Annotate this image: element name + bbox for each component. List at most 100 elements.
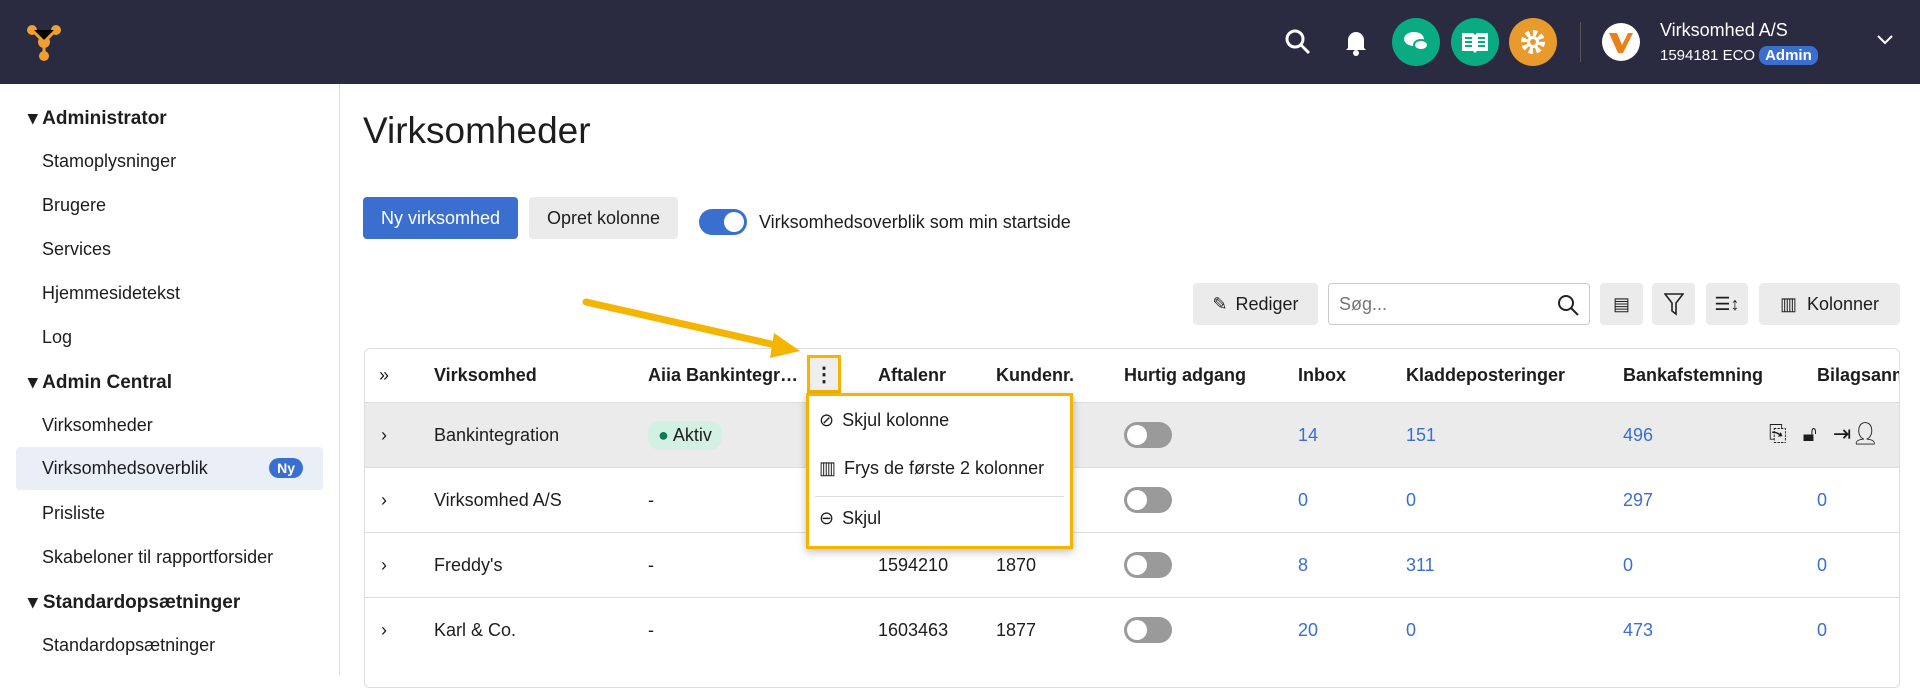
header-virksomhed[interactable]: Virksomhed	[434, 365, 537, 386]
minus-circle-icon: ⊖	[819, 508, 835, 528]
kundenr: 1877	[996, 620, 1037, 640]
bell-icon[interactable]	[1344, 28, 1368, 56]
company-name: Virksomhed A/S	[1660, 20, 1788, 40]
new-badge: Ny	[269, 458, 303, 478]
sidebar-item-standardopsaetninger[interactable]: Standardopsætninger	[42, 635, 215, 656]
create-column-button[interactable]: Opret kolonne	[529, 197, 678, 239]
header-kundenr[interactable]: Kundenr.	[996, 365, 1074, 386]
table-row[interactable]: › Karl & Co. - 1603463 1877 20 0 473 0	[365, 597, 1899, 662]
bilag-link[interactable]: 0	[1817, 555, 1827, 576]
book-icon[interactable]	[1451, 18, 1499, 66]
header-hurtig-adgang[interactable]: Hurtig adgang	[1124, 365, 1246, 386]
expand-row-icon[interactable]: ›	[381, 425, 387, 446]
menu-item-hide[interactable]: ⊖ Skjul	[819, 508, 881, 529]
bank-link[interactable]: 0	[1623, 555, 1633, 576]
sidebar-item-log[interactable]: Log	[42, 327, 72, 348]
inbox-link[interactable]: 14	[1298, 425, 1318, 446]
sidebar-group-standardopsaetninger[interactable]: ▾ Standardopsætninger	[28, 591, 240, 614]
header-inbox[interactable]: Inbox	[1298, 365, 1346, 386]
menu-item-freeze-columns[interactable]: ▥ Frys de første 2 kolonner	[819, 458, 1044, 479]
edit-button[interactable]: ✎ Rediger	[1193, 283, 1318, 325]
aiia-status: -	[648, 490, 654, 510]
sidebar-item-skabeloner[interactable]: Skabeloner til rapportforsider	[42, 547, 273, 568]
menu-item-hide-column[interactable]: ⊘ Skjul kolonne	[819, 410, 949, 431]
search-icon	[1558, 295, 1579, 316]
page-title: Virksomheder	[363, 110, 591, 151]
chat-icon[interactable]	[1392, 18, 1440, 66]
expand-row-icon[interactable]: ›	[381, 490, 387, 511]
sidebar-item-stamoplysninger[interactable]: Stamoplysninger	[42, 151, 176, 172]
sidebar-group-admin-central[interactable]: ▾ Admin Central	[28, 371, 172, 394]
chevron-down-icon[interactable]	[1876, 34, 1894, 46]
inbox-link[interactable]: 0	[1298, 490, 1308, 511]
pencil-icon: ✎	[1212, 293, 1228, 314]
settings-icon[interactable]	[1509, 18, 1557, 66]
top-bar: Virksomhed A/S 1594181 ECO Admin	[0, 0, 1920, 84]
expand-all-icon[interactable]: »	[379, 365, 389, 386]
company-name: Virksomhed A/S	[434, 490, 562, 510]
divider	[1580, 22, 1581, 62]
startpage-toggle[interactable]	[699, 209, 747, 235]
company-avatar	[1602, 23, 1640, 61]
sidebar-item-hjemmesidetekst[interactable]: Hjemmesidetekst	[42, 283, 180, 304]
column-context-menu: ⊘ Skjul kolonne ▥ Frys de første 2 kolonne…	[806, 393, 1073, 549]
company-name: Bankintegration	[434, 425, 560, 445]
freeze-columns-icon: ▥	[819, 458, 837, 478]
bilag-link[interactable]: 0	[1817, 490, 1827, 511]
inbox-link[interactable]: 20	[1298, 620, 1318, 641]
table-row[interactable]: › Virksomhed A/S - 0 0 297 0	[365, 467, 1899, 532]
kladde-link[interactable]: 311	[1406, 555, 1435, 576]
sidebar-item-label: Virksomhedsoverblik	[42, 458, 208, 478]
sidebar-item-virksomhedsoverblik[interactable]: Virksomhedsoverblik Ny	[16, 447, 323, 490]
inbox-link[interactable]: 8	[1298, 555, 1308, 576]
filter-icon[interactable]	[1652, 283, 1695, 325]
company-name: Karl & Co.	[434, 620, 517, 640]
status-badge: ● Aktiv	[648, 421, 722, 450]
header-kladdeposteringer[interactable]: Kladdeposteringer	[1406, 365, 1565, 386]
kladde-link[interactable]: 0	[1406, 490, 1416, 511]
bilag-link[interactable]: 0	[1817, 620, 1827, 641]
company-name: Freddy's	[434, 555, 503, 575]
eye-slash-icon: ⊘	[819, 410, 835, 430]
role-badge: Admin	[1759, 46, 1818, 65]
sidebar-item-services[interactable]: Services	[42, 239, 111, 260]
unlock-icon[interactable]: 🔓︎	[1803, 421, 1817, 447]
table-row[interactable]: › Bankintegration ● Aktiv 14 151 496 ⎘ 🔓︎…	[365, 402, 1899, 467]
quick-access-toggle[interactable]	[1124, 552, 1172, 578]
expand-row-icon[interactable]: ›	[381, 555, 387, 576]
companies-table: » Virksomhed Aiia Bankintegr… ⋮ Aftalenr…	[364, 348, 1900, 688]
table-row[interactable]: › Freddy's - 1594210 1870 8 311 0 0	[365, 532, 1899, 597]
sort-icon[interactable]: ☰↕	[1706, 283, 1748, 325]
search-icon[interactable]	[1284, 28, 1312, 56]
sidebar-item-brugere[interactable]: Brugere	[42, 195, 106, 216]
search-input[interactable]	[1339, 294, 1539, 315]
search-field[interactable]	[1328, 283, 1590, 325]
header-bankafstemning[interactable]: Bankafstemning	[1623, 365, 1763, 386]
sidebar: ▾ Administrator Stamoplysninger Brugere …	[0, 84, 340, 675]
user-login-icon[interactable]: ⇥👤︎	[1833, 421, 1879, 447]
bank-link[interactable]: 496	[1623, 425, 1653, 446]
header-bilagsanm[interactable]: Bilagsanm	[1817, 365, 1899, 386]
sidebar-item-prisliste[interactable]: Prisliste	[42, 503, 105, 524]
quick-access-toggle[interactable]	[1124, 487, 1172, 513]
sidebar-group-administrator[interactable]: ▾ Administrator	[28, 107, 167, 130]
export-icon[interactable]: ▤	[1600, 283, 1643, 325]
header-aftalenr[interactable]: Aftalenr	[878, 365, 946, 386]
header-aiia[interactable]: Aiia Bankintegr…	[648, 365, 798, 386]
new-company-button[interactable]: Ny virksomhed	[363, 197, 518, 239]
column-menu-kebab-icon[interactable]: ⋮	[807, 355, 841, 393]
columns-button[interactable]: ▥ Kolonner	[1759, 283, 1900, 325]
startpage-toggle-label: Virksomhedsoverblik som min startside	[759, 212, 1071, 232]
quick-access-toggle[interactable]	[1124, 617, 1172, 643]
aftalenr: 1603463	[878, 620, 949, 640]
kladde-link[interactable]: 0	[1406, 620, 1416, 641]
sidebar-item-virksomheder[interactable]: Virksomheder	[42, 415, 153, 436]
bank-link[interactable]: 473	[1623, 620, 1653, 641]
logo-icon[interactable]	[26, 24, 66, 62]
bank-link[interactable]: 297	[1623, 490, 1653, 511]
columns-icon: ▥	[1779, 293, 1797, 314]
expand-row-icon[interactable]: ›	[381, 620, 387, 641]
quick-access-toggle[interactable]	[1124, 422, 1172, 448]
login-file-icon[interactable]: ⎘	[1769, 421, 1787, 447]
kladde-link[interactable]: 151	[1406, 425, 1436, 446]
